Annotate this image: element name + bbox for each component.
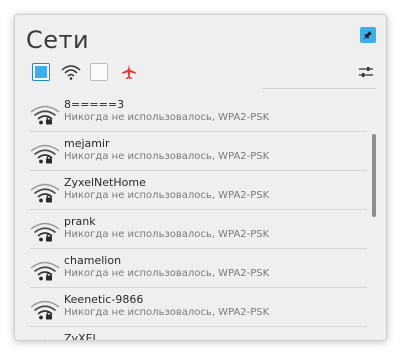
item-divider bbox=[30, 170, 367, 171]
network-status: Никогда не использовалось, WPA2-PSK bbox=[64, 151, 270, 162]
network-name: chamelion bbox=[64, 254, 122, 267]
settings-icon bbox=[359, 67, 373, 77]
item-divider bbox=[30, 287, 367, 288]
wifi-secured-icon bbox=[30, 297, 60, 321]
wifi-secured-icon bbox=[30, 219, 60, 243]
network-settings-button[interactable] bbox=[356, 62, 376, 82]
wireless-enabled-checkbox[interactable] bbox=[31, 62, 51, 82]
wifi-toggle-icon bbox=[61, 62, 81, 82]
checkbox-unchecked bbox=[90, 63, 108, 81]
panel-title: Сети bbox=[26, 26, 90, 54]
network-name: mejamir bbox=[64, 137, 110, 150]
networks-panel: Сети 8=====3 Никогда не использовалось, … bbox=[14, 14, 387, 341]
network-list-item[interactable]: prank Никогда не использовалось, WPA2-PSK bbox=[16, 211, 371, 249]
network-list-item[interactable]: ZyXEL bbox=[16, 328, 371, 341]
network-list-item[interactable]: 8=====3 Никогда не использовалось, WPA2-P… bbox=[16, 94, 371, 132]
network-name: 8=====3 bbox=[64, 98, 125, 111]
wifi-secured-icon bbox=[30, 141, 60, 165]
item-divider bbox=[30, 326, 367, 327]
item-divider bbox=[30, 248, 367, 249]
network-name: prank bbox=[64, 215, 96, 228]
network-name: ZyXEL bbox=[64, 332, 99, 341]
network-list-item[interactable]: mejamir Никогда не использовалось, WPA2-P… bbox=[16, 133, 371, 171]
network-name: ZyxelNetHome bbox=[64, 176, 146, 189]
network-list-item[interactable]: chamelion Никогда не использовалось, WPA2… bbox=[16, 250, 371, 288]
network-name: Keenetic-9866 bbox=[64, 293, 144, 306]
wifi-secured-icon bbox=[30, 102, 60, 126]
network-status: Никогда не использовалось, WPA2-PSK bbox=[64, 112, 270, 123]
wifi-secured-icon bbox=[30, 336, 60, 340]
item-divider bbox=[30, 131, 367, 132]
network-list[interactable]: 8=====3 Никогда не использовалось, WPA2-P… bbox=[16, 94, 386, 341]
network-list-item[interactable]: Keenetic-9866 Никогда не использовалось, … bbox=[16, 289, 371, 327]
network-status: Никогда не использовалось, WPA2-PSK bbox=[64, 268, 270, 279]
checkbox-checked bbox=[32, 63, 50, 81]
wifi-secured-icon bbox=[30, 258, 60, 282]
airplane-icon bbox=[122, 64, 136, 80]
search-underline bbox=[262, 88, 376, 89]
network-list-item[interactable]: ZyxelNetHome Никогда не использовалось, W… bbox=[16, 172, 371, 210]
item-divider bbox=[30, 209, 367, 210]
network-status: Никогда не использовалось, WPA2-PSK bbox=[64, 307, 270, 318]
airplane-mode-toggle[interactable] bbox=[119, 62, 139, 82]
wifi-icon bbox=[61, 65, 81, 80]
scrollbar-handle[interactable] bbox=[372, 134, 376, 217]
pin-button[interactable] bbox=[360, 27, 376, 43]
mobile-broadband-checkbox[interactable] bbox=[89, 62, 109, 82]
network-status: Никогда не использовалось, WPA2-PSK bbox=[64, 190, 270, 201]
toolbar bbox=[31, 62, 376, 82]
network-status: Никогда не использовалось, WPA2-PSK bbox=[64, 229, 270, 240]
pin-icon bbox=[363, 31, 372, 40]
wifi-secured-icon bbox=[30, 180, 60, 204]
